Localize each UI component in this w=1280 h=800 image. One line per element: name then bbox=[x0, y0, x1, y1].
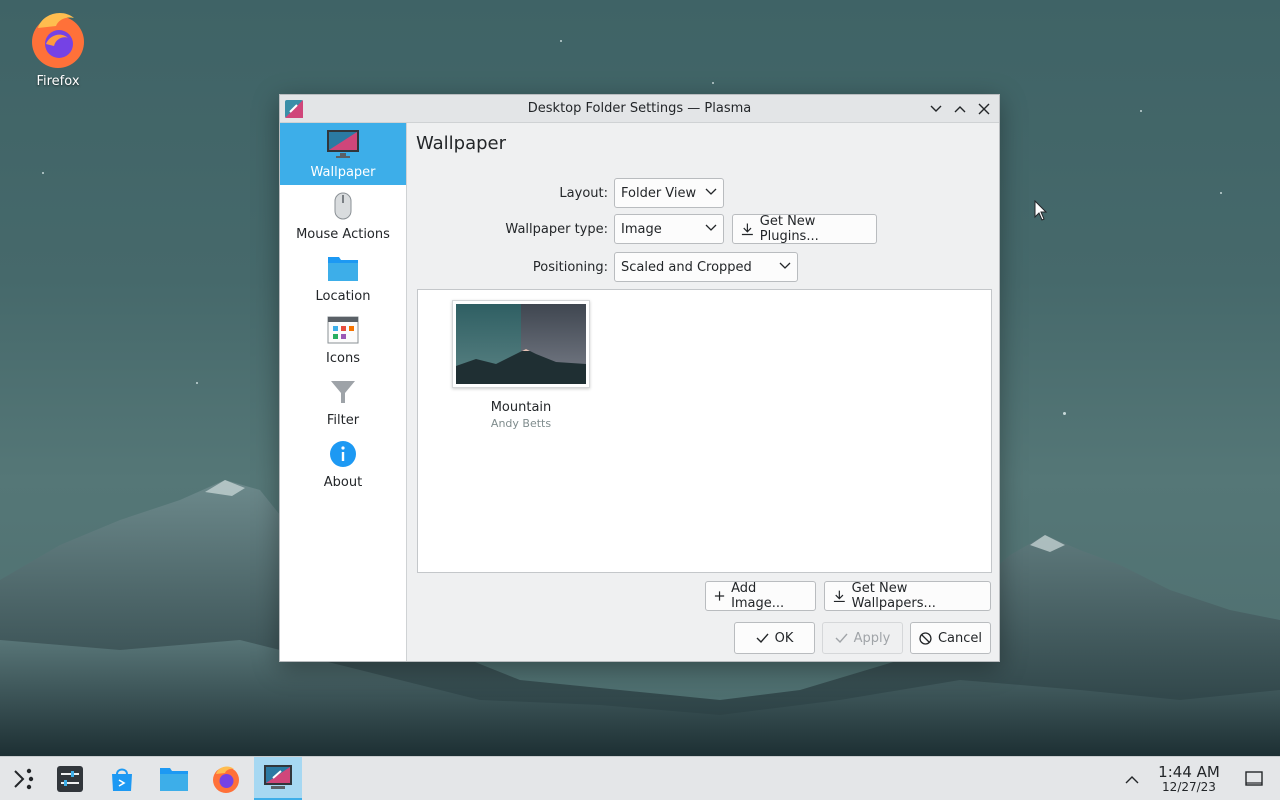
plus-icon bbox=[714, 591, 725, 601]
desktop-icon-label: Firefox bbox=[36, 74, 80, 89]
app-launcher-icon bbox=[14, 768, 34, 790]
settings-content: Wallpaper Layout: Folder View Wallpaper … bbox=[408, 123, 999, 661]
positioning-select[interactable]: Scaled and Cropped bbox=[614, 252, 798, 282]
mouse-icon bbox=[333, 190, 353, 222]
folder-icon bbox=[327, 252, 359, 284]
taskbar-dolphin[interactable] bbox=[150, 757, 198, 800]
taskbar-system-settings[interactable] bbox=[46, 757, 94, 800]
sidebar-item-label: Wallpaper bbox=[310, 165, 376, 180]
sidebar-item-label: About bbox=[323, 475, 363, 490]
positioning-row: Positioning: Scaled and Cropped bbox=[408, 252, 798, 282]
plasma-settings-icon bbox=[264, 764, 292, 789]
ok-button[interactable]: OK bbox=[734, 622, 815, 654]
sidebar-item-about[interactable]: About bbox=[280, 433, 406, 495]
wallpaper-type-row: Wallpaper type: Image Get New Plugins... bbox=[408, 214, 877, 244]
get-new-wallpapers-label: Get New Wallpapers... bbox=[851, 581, 936, 611]
positioning-label: Positioning: bbox=[532, 259, 608, 275]
wallpaper-author: Andy Betts bbox=[490, 417, 552, 430]
download-icon bbox=[833, 590, 845, 603]
wallpaper-type-select[interactable]: Image bbox=[614, 214, 724, 244]
layout-label: Layout: bbox=[559, 185, 608, 201]
sidebar-item-label: Icons bbox=[326, 351, 360, 366]
cancel-icon bbox=[919, 631, 932, 645]
cancel-button[interactable]: Cancel bbox=[910, 622, 991, 654]
taskbar-discover[interactable] bbox=[98, 757, 146, 800]
sidebar-item-label: Filter bbox=[326, 413, 360, 428]
wallpaper-item[interactable]: Mountain Andy Betts bbox=[452, 300, 590, 430]
apply-label: Apply bbox=[853, 630, 891, 646]
positioning-value: Scaled and Cropped bbox=[621, 259, 752, 275]
info-icon bbox=[329, 438, 357, 470]
monitor-wallpaper-icon bbox=[326, 128, 360, 160]
apply-button[interactable]: Apply bbox=[822, 622, 903, 654]
wallpaper-name: Mountain bbox=[490, 400, 552, 415]
sidebar-item-wallpaper[interactable]: Wallpaper bbox=[280, 123, 406, 185]
settings-window: Desktop Folder Settings — Plasma Wallpap… bbox=[279, 94, 1000, 662]
wallpaper-gallery: Mountain Andy Betts bbox=[417, 289, 992, 573]
sidebar-item-label: Location bbox=[315, 289, 371, 304]
download-icon bbox=[741, 223, 753, 236]
settings-sidebar: Wallpaper Mouse Actions Location Icons F… bbox=[280, 123, 407, 661]
show-desktop-button[interactable] bbox=[1232, 757, 1276, 800]
sidebar-item-mouse-actions[interactable]: Mouse Actions bbox=[280, 185, 406, 247]
firefox-icon bbox=[32, 13, 84, 68]
window-titlebar[interactable]: Desktop Folder Settings — Plasma bbox=[280, 95, 999, 123]
chevron-up-icon bbox=[1125, 775, 1139, 783]
sidebar-item-icons[interactable]: Icons bbox=[280, 309, 406, 371]
system-settings-icon bbox=[57, 766, 83, 792]
add-image-button[interactable]: Add Image... bbox=[705, 581, 816, 611]
minimize-button[interactable] bbox=[925, 97, 947, 121]
sidebar-item-filter[interactable]: Filter bbox=[280, 371, 406, 433]
chevron-down-icon bbox=[705, 188, 717, 195]
wallpaper-type-label: Wallpaper type: bbox=[505, 221, 608, 237]
app-launcher-button[interactable] bbox=[0, 757, 48, 800]
maximize-icon bbox=[954, 106, 966, 113]
chevron-down-icon bbox=[779, 262, 791, 269]
clock-date: 12/27/23 bbox=[1162, 780, 1216, 794]
sidebar-item-label: Mouse Actions bbox=[296, 227, 390, 242]
discover-store-icon bbox=[112, 768, 132, 791]
get-new-plugins-button[interactable]: Get New Plugins... bbox=[732, 214, 877, 244]
taskbar-firefox[interactable] bbox=[202, 757, 250, 800]
cancel-label: Cancel bbox=[937, 630, 982, 646]
layout-select[interactable]: Folder View bbox=[614, 178, 724, 208]
ok-label: OK bbox=[774, 630, 794, 646]
wallpaper-type-value: Image bbox=[621, 221, 662, 237]
tray-expand-button[interactable] bbox=[1110, 757, 1154, 800]
chevron-down-icon bbox=[705, 224, 717, 231]
dolphin-files-icon bbox=[160, 768, 188, 791]
firefox-icon bbox=[213, 766, 239, 793]
maximize-button[interactable] bbox=[949, 97, 971, 121]
checkmark-icon bbox=[756, 633, 769, 643]
clock-time: 1:44 AM bbox=[1158, 763, 1220, 781]
mouse-cursor-icon bbox=[1034, 200, 1048, 221]
taskbar-plasma-settings[interactable] bbox=[254, 757, 302, 800]
close-button[interactable] bbox=[973, 97, 995, 121]
get-new-wallpapers-button[interactable]: Get New Wallpapers... bbox=[824, 581, 991, 611]
sidebar-item-location[interactable]: Location bbox=[280, 247, 406, 309]
desktop-icon-firefox[interactable]: Firefox bbox=[18, 8, 98, 89]
filter-icon bbox=[330, 376, 356, 408]
plasma-settings-icon bbox=[285, 100, 303, 122]
icons-grid-icon bbox=[327, 314, 359, 346]
taskbar: 1:44 AM 12/27/23 bbox=[0, 756, 1280, 800]
minimize-icon bbox=[930, 105, 942, 112]
close-icon bbox=[978, 103, 990, 115]
checkmark-icon bbox=[835, 633, 848, 643]
page-title: Wallpaper bbox=[416, 133, 507, 154]
layout-value: Folder View bbox=[621, 185, 697, 201]
digital-clock[interactable]: 1:44 AM 12/27/23 bbox=[1150, 763, 1228, 794]
add-image-label: Add Image... bbox=[731, 581, 785, 611]
layout-row: Layout: Folder View bbox=[408, 178, 724, 208]
window-title: Desktop Folder Settings — Plasma bbox=[527, 101, 752, 116]
get-new-plugins-label: Get New Plugins... bbox=[759, 214, 819, 244]
show-desktop-icon bbox=[1245, 771, 1263, 786]
wallpaper-thumbnail bbox=[452, 300, 590, 388]
